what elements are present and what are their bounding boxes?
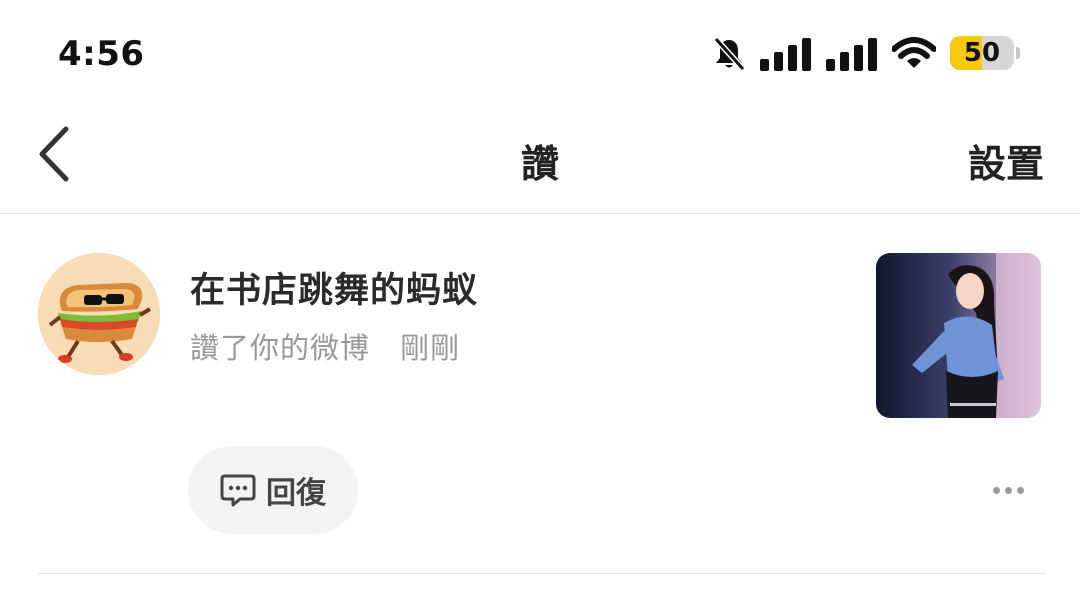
signal-bars-icon bbox=[826, 37, 878, 71]
status-time: 4:56 bbox=[58, 34, 145, 74]
comment-bubble-icon bbox=[220, 473, 256, 507]
action-text: 讚了你的微博 bbox=[190, 331, 371, 365]
silent-bell-icon bbox=[712, 36, 746, 72]
row-divider bbox=[38, 573, 1046, 574]
avatar[interactable] bbox=[38, 253, 160, 375]
battery-icon: 50 bbox=[950, 34, 1020, 74]
username[interactable]: 在书店跳舞的蚂蚁 bbox=[190, 262, 478, 313]
post-thumbnail[interactable] bbox=[876, 253, 1041, 418]
wifi-icon bbox=[892, 37, 936, 71]
battery-level: 50 bbox=[963, 38, 1001, 68]
settings-button[interactable]: 設置 bbox=[968, 133, 1044, 188]
navigation-bar: 讚 設置 bbox=[0, 105, 1080, 214]
status-bar: 4:56 50 bbox=[0, 0, 1080, 100]
page-title: 讚 bbox=[520, 142, 559, 186]
reply-button[interactable]: 回復 bbox=[188, 446, 358, 534]
reply-label: 回復 bbox=[266, 476, 326, 511]
more-dots-icon[interactable] bbox=[984, 470, 1032, 510]
notification-meta: 讚了你的微博 剛剛 bbox=[190, 325, 460, 367]
timestamp: 剛剛 bbox=[400, 331, 461, 365]
status-icons: 50 bbox=[712, 34, 1020, 74]
signal-bars-icon bbox=[760, 37, 812, 71]
